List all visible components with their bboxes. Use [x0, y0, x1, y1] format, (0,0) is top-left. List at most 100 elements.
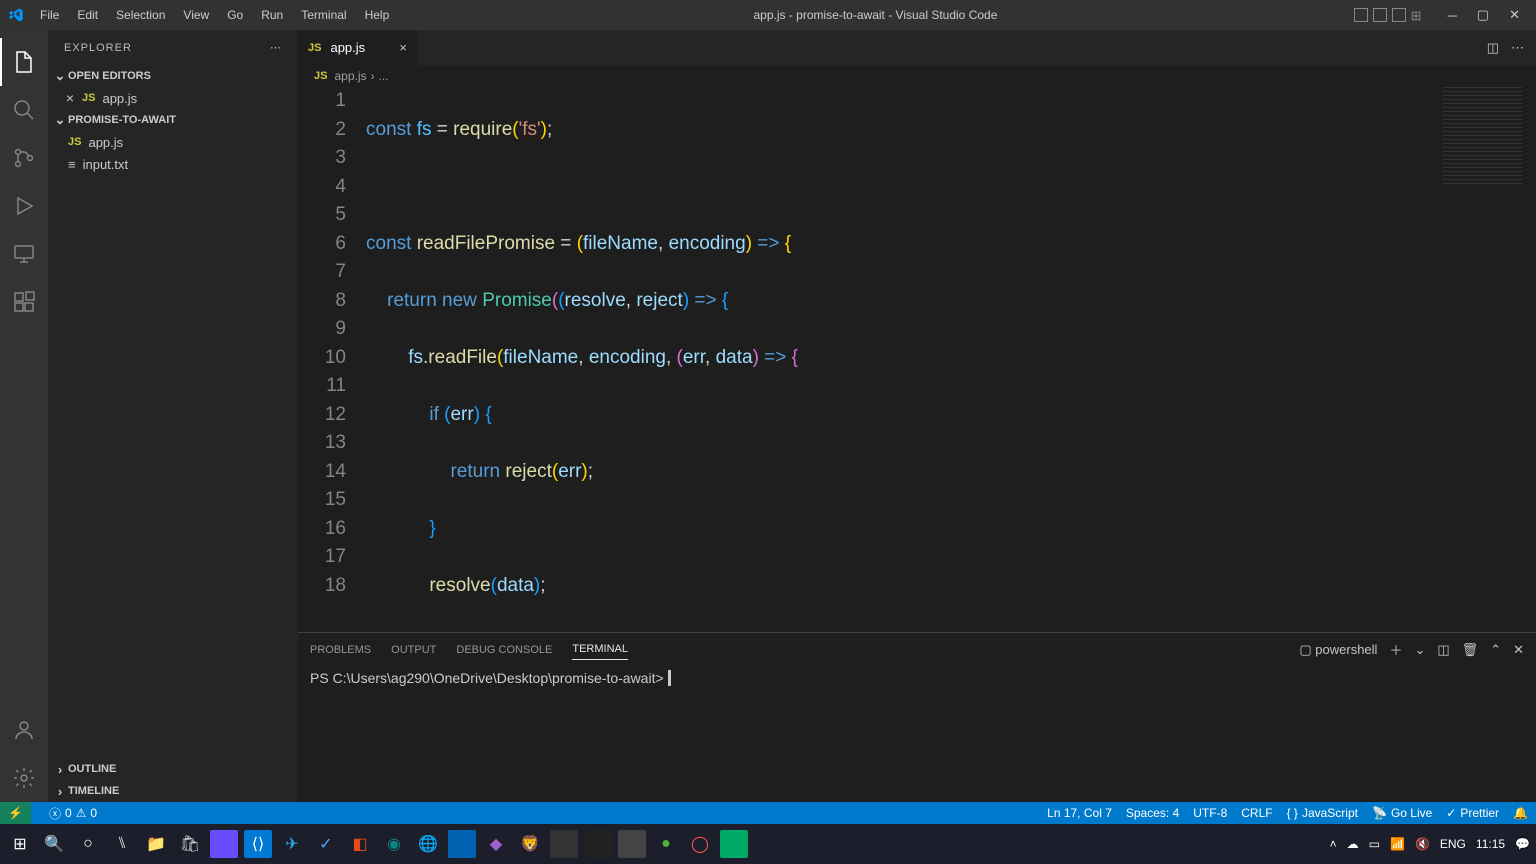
app4-icon[interactable]: ◯ [686, 830, 714, 858]
new-terminal-icon[interactable]: ＋ [1389, 640, 1402, 659]
minimap[interactable] [1442, 87, 1522, 187]
terminal-profile[interactable]: ▢ powershell [1299, 642, 1377, 658]
menu-edit[interactable]: Edit [69, 4, 106, 26]
app2-icon[interactable] [584, 830, 612, 858]
tray-clock[interactable]: 11:15 [1476, 837, 1505, 851]
telegram-icon[interactable]: ✈ [278, 830, 306, 858]
settings-icon[interactable] [0, 754, 48, 802]
js-file-icon: JS [82, 92, 95, 104]
tray-battery-icon[interactable]: ▭ [1369, 837, 1380, 851]
source-control-icon[interactable] [0, 134, 48, 182]
sidebar-more-icon[interactable]: ⋯ [270, 41, 282, 54]
status-bar: ⚡ ⓧ 0 ⚠ 0 Ln 17, Col 7 Spaces: 4 UTF-8 C… [0, 802, 1536, 824]
open-editors-header[interactable]: ⌄ OPEN EDITORS [48, 65, 298, 87]
chrome-icon[interactable]: 🌐 [414, 830, 442, 858]
status-golive[interactable]: 📡 Go Live [1372, 806, 1432, 820]
bottom-panel: PROBLEMS OUTPUT DEBUG CONSOLE TERMINAL ▢… [298, 632, 1536, 802]
sidebar-title: EXPLORER [64, 42, 132, 54]
text-file-icon: ≡ [68, 157, 76, 172]
close-panel-icon[interactable]: ✕ [1513, 642, 1524, 658]
status-encoding[interactable]: UTF-8 [1193, 806, 1227, 820]
editor-region: JS app.js × ◫ ⋯ JS app.js › ... 12345678… [298, 30, 1536, 802]
maximize-button[interactable]: ▢ [1469, 3, 1497, 27]
chevron-right-icon: › [52, 762, 68, 777]
file-item-inputtxt[interactable]: ≡ input.txt [48, 153, 298, 175]
code-editor[interactable]: 123456789101112131415161718 const fs = r… [298, 87, 1536, 632]
maximize-panel-icon[interactable]: ⌃ [1490, 642, 1501, 658]
panel-terminal[interactable]: TERMINAL [572, 639, 628, 660]
tray-chevron-icon[interactable]: ˄ [1330, 837, 1337, 851]
split-terminal-icon[interactable]: ◫ [1437, 642, 1449, 658]
explorer-icon[interactable] [0, 38, 48, 86]
breadcrumb[interactable]: JS app.js › ... [298, 65, 1536, 87]
panel-output[interactable]: OUTPUT [391, 640, 436, 660]
taskbar-search-icon[interactable]: 🔍 [40, 830, 68, 858]
open-editor-item[interactable]: × JS app.js [48, 87, 298, 109]
status-errors[interactable]: ⓧ 0 ⚠ 0 [49, 805, 97, 822]
remote-indicator[interactable]: ⚡ [0, 802, 31, 824]
remote-explorer-icon[interactable] [0, 230, 48, 278]
search-icon[interactable] [0, 86, 48, 134]
cortana-icon[interactable]: ○ [74, 830, 102, 858]
menu-view[interactable]: View [175, 4, 217, 26]
folder-header[interactable]: ⌄ PROMISE-TO-AWAIT [48, 109, 298, 131]
menu-run[interactable]: Run [253, 4, 291, 26]
panel-debug-console[interactable]: DEBUG CONSOLE [456, 640, 552, 660]
editor-tab-appjs[interactable]: JS app.js × [298, 30, 418, 65]
start-icon[interactable]: ⊞ [6, 830, 34, 858]
menu-file[interactable]: File [32, 4, 67, 26]
kill-terminal-icon[interactable]: 🗑 [1462, 642, 1479, 658]
app5-icon[interactable] [720, 830, 748, 858]
close-button[interactable]: ✕ [1501, 3, 1528, 27]
split-editor-icon[interactable]: ◫ [1487, 40, 1499, 56]
close-icon[interactable]: × [399, 40, 407, 55]
js-file-icon: JS [308, 42, 321, 54]
vs-icon[interactable]: ◆ [482, 830, 510, 858]
menu-go[interactable]: Go [219, 4, 251, 26]
tray-notifications-icon[interactable]: 💬 [1515, 837, 1530, 851]
layout-controls[interactable]: ⊞ [1354, 8, 1425, 22]
status-language[interactable]: { } JavaScript [1287, 806, 1358, 820]
chevron-down-icon: ⌄ [52, 68, 68, 84]
terminal-dropdown-icon[interactable]: ⌄ [1414, 642, 1425, 658]
app-icon[interactable] [210, 830, 238, 858]
app3-icon[interactable] [618, 830, 646, 858]
task-view-icon[interactable]: ⑊ [108, 830, 136, 858]
chevron-down-icon: ⌄ [52, 112, 68, 128]
terminal[interactable]: PS C:\Users\ag290\OneDrive\Desktop\promi… [298, 666, 1536, 802]
status-cursor[interactable]: Ln 17, Col 7 [1047, 806, 1112, 820]
status-indent[interactable]: Spaces: 4 [1126, 806, 1179, 820]
status-notifications-icon[interactable]: 🔔 [1513, 806, 1528, 820]
tray-onedrive-icon[interactable]: ☁ [1347, 837, 1359, 851]
file-explorer-icon[interactable]: 📁 [142, 830, 170, 858]
file-item-appjs[interactable]: JS app.js [48, 131, 298, 153]
extensions-icon[interactable] [0, 278, 48, 326]
todo-icon[interactable]: ✓ [312, 830, 340, 858]
outline-header[interactable]: › OUTLINE [48, 758, 298, 780]
menu-selection[interactable]: Selection [108, 4, 173, 26]
menu-terminal[interactable]: Terminal [293, 4, 354, 26]
editor-tabs: JS app.js × ◫ ⋯ [298, 30, 1536, 65]
run-debug-icon[interactable] [0, 182, 48, 230]
timeline-header[interactable]: › TIMELINE [48, 780, 298, 802]
office-icon[interactable]: ◧ [346, 830, 374, 858]
more-actions-icon[interactable]: ⋯ [1511, 40, 1524, 56]
minimize-button[interactable]: ─ [1440, 4, 1465, 27]
menu-help[interactable]: Help [357, 4, 398, 26]
code-content[interactable]: const fs = require('fs'); const readFile… [366, 87, 1536, 632]
tray-wifi-icon[interactable]: 📶 [1390, 837, 1405, 851]
panel-problems[interactable]: PROBLEMS [310, 640, 371, 660]
tray-language[interactable]: ENG [1440, 837, 1466, 851]
mongo-icon[interactable]: ● [652, 830, 680, 858]
mail-icon[interactable] [550, 830, 578, 858]
edge-icon[interactable]: ◉ [380, 830, 408, 858]
brave-icon[interactable]: 🦁 [516, 830, 544, 858]
vscode-taskbar-icon[interactable]: ⟨⟩ [244, 830, 272, 858]
accounts-icon[interactable] [0, 706, 48, 754]
store-icon[interactable]: 🛍 [176, 830, 204, 858]
close-icon[interactable]: × [62, 90, 78, 106]
status-eol[interactable]: CRLF [1241, 806, 1272, 820]
tray-volume-icon[interactable]: 🔇 [1415, 837, 1430, 851]
calc-icon[interactable] [448, 830, 476, 858]
status-prettier[interactable]: ✓ Prettier [1446, 806, 1499, 820]
